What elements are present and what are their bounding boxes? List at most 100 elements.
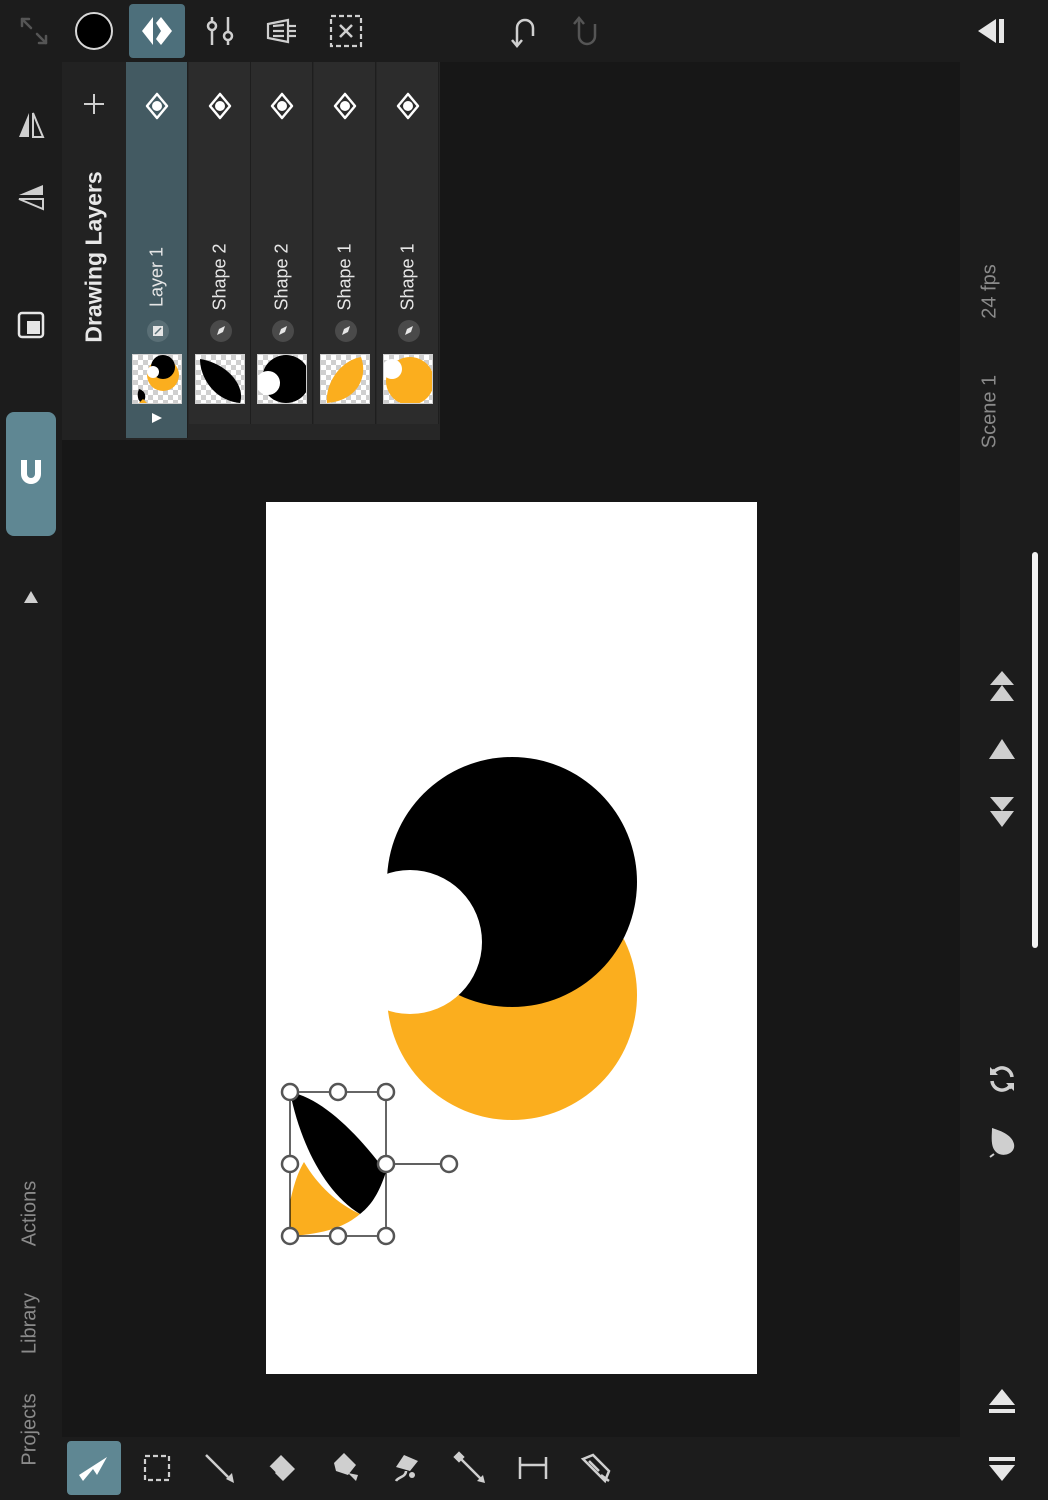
measure-tool-button[interactable] — [506, 1441, 560, 1495]
layer-name: Shape 2 — [209, 243, 230, 311]
layers-button[interactable] — [129, 4, 185, 58]
measure-icon — [518, 1457, 548, 1479]
double-down-icon — [990, 797, 1014, 827]
scene-label[interactable]: Scene 1 — [979, 366, 1002, 458]
sync-icon — [990, 1066, 1014, 1092]
lasso-tool-button[interactable] — [380, 1441, 434, 1495]
rotate-handle[interactable] — [439, 1154, 459, 1174]
move-up-button[interactable] — [974, 724, 1030, 774]
eject-up-button[interactable] — [974, 1378, 1030, 1428]
right-sidebar: 24 fps Scene 1 — [960, 62, 1048, 1500]
eyedropper-icon — [453, 1451, 485, 1483]
resize-handle[interactable] — [280, 1082, 300, 1102]
expand-triangle-button[interactable] — [6, 572, 56, 622]
collapse-arrows-icon[interactable] — [6, 4, 62, 58]
tab-actions[interactable]: Actions — [19, 1174, 42, 1254]
layers-icon — [142, 17, 172, 45]
triangle-up-icon — [989, 739, 1015, 759]
visibility-icon[interactable] — [145, 92, 169, 120]
layer-name: Layer 1 — [146, 246, 167, 308]
canvas-frame-icon — [17, 311, 45, 339]
visibility-icon[interactable] — [333, 92, 357, 120]
layer-item[interactable]: Shape 1 — [377, 62, 439, 424]
redo-button[interactable] — [558, 4, 614, 58]
pen-tool-button[interactable] — [569, 1441, 623, 1495]
pen-tool-icon — [580, 1453, 611, 1484]
layer-thumbnail — [132, 354, 182, 404]
layer-item[interactable]: Shape 2 — [189, 62, 251, 424]
lasso-icon — [394, 1455, 418, 1482]
adjustments-button[interactable] — [192, 4, 248, 58]
layer-item[interactable]: Layer 1 — [126, 62, 188, 438]
layers-panel-header: Drawing Layers — [62, 62, 126, 440]
resize-handle[interactable] — [280, 1226, 300, 1246]
pen-icon — [210, 320, 232, 342]
eject-down-icon — [989, 1457, 1015, 1481]
layer-item[interactable]: Shape 1 — [314, 62, 376, 424]
select-tool-button[interactable] — [67, 1441, 121, 1495]
visibility-icon[interactable] — [208, 92, 232, 120]
eraser-icon — [268, 1455, 295, 1481]
resize-handle[interactable] — [280, 1154, 300, 1174]
eject-down-button[interactable] — [974, 1444, 1030, 1494]
tab-library[interactable]: Library — [19, 1284, 42, 1364]
timeline-button[interactable] — [254, 4, 310, 58]
visibility-icon[interactable] — [270, 92, 294, 120]
onion-icon — [989, 1128, 1015, 1158]
double-up-icon — [990, 671, 1014, 701]
move-to-top-button[interactable] — [974, 662, 1030, 712]
panel-title: Drawing Layers — [80, 171, 107, 343]
tab-projects[interactable]: Projects — [19, 1390, 42, 1470]
plus-icon[interactable] — [82, 92, 106, 116]
deselect-icon — [329, 14, 363, 48]
canvas-artwork — [266, 757, 637, 1246]
fps-label[interactable]: 24 fps — [979, 252, 1002, 332]
layer-name: Shape 2 — [271, 243, 292, 311]
eyedropper-tool-button[interactable] — [443, 1441, 497, 1495]
top-toolbar — [0, 0, 1048, 62]
layer-item[interactable]: Shape 2 — [251, 62, 313, 424]
pen-icon — [335, 320, 357, 342]
play-icon[interactable] — [151, 412, 163, 424]
flip-vertical-button[interactable] — [6, 172, 56, 222]
undo-button[interactable] — [496, 4, 552, 58]
snapping-button[interactable] — [6, 412, 56, 536]
resize-handle[interactable] — [376, 1226, 396, 1246]
triangle-up-icon — [24, 591, 38, 603]
layer-thumbnail — [257, 354, 307, 404]
collapse-panel-button[interactable] — [964, 4, 1020, 58]
onion-skin-button[interactable] — [974, 1116, 1030, 1166]
resize-handle[interactable] — [376, 1154, 396, 1174]
flip-horizontal-icon — [19, 112, 45, 138]
layer-name: Shape 1 — [334, 243, 355, 311]
drawing-layers-panel: Drawing Layers Layer 1 Shape 2 Shape 2 S… — [62, 62, 440, 440]
collapse-panel-icon — [978, 19, 1004, 43]
scrollbar[interactable] — [1032, 552, 1038, 948]
sync-button[interactable] — [974, 1054, 1030, 1104]
visibility-icon[interactable] — [396, 92, 420, 120]
layer-thumbnail — [383, 354, 433, 404]
move-to-bottom-button[interactable] — [974, 786, 1030, 836]
line-tool-icon — [205, 1454, 234, 1483]
resize-handle[interactable] — [376, 1082, 396, 1102]
color-swatch — [75, 12, 113, 50]
color-swatch-button[interactable] — [66, 4, 122, 58]
undo-icon — [511, 18, 535, 48]
resize-handle[interactable] — [328, 1082, 348, 1102]
fill-tool-button[interactable] — [318, 1441, 372, 1495]
marquee-tool-button[interactable] — [130, 1441, 184, 1495]
deselect-button[interactable] — [318, 4, 374, 58]
left-sidebar: Actions Library Projects — [0, 62, 62, 1500]
flip-horizontal-button[interactable] — [6, 100, 56, 150]
timeline-icon — [266, 18, 296, 44]
resize-handle[interactable] — [328, 1226, 348, 1246]
line-tool-button[interactable] — [192, 1441, 246, 1495]
eraser-tool-button[interactable] — [255, 1441, 309, 1495]
adjustments-icon — [206, 17, 234, 45]
select-arrow-icon — [79, 1457, 107, 1481]
app-window: Actions Library Projects 24 fps Scene 1 — [0, 0, 1048, 1500]
flip-vertical-icon — [18, 185, 44, 211]
drawing-canvas[interactable] — [266, 502, 757, 1374]
pen-icon — [398, 320, 420, 342]
canvas-frame-button[interactable] — [6, 300, 56, 350]
